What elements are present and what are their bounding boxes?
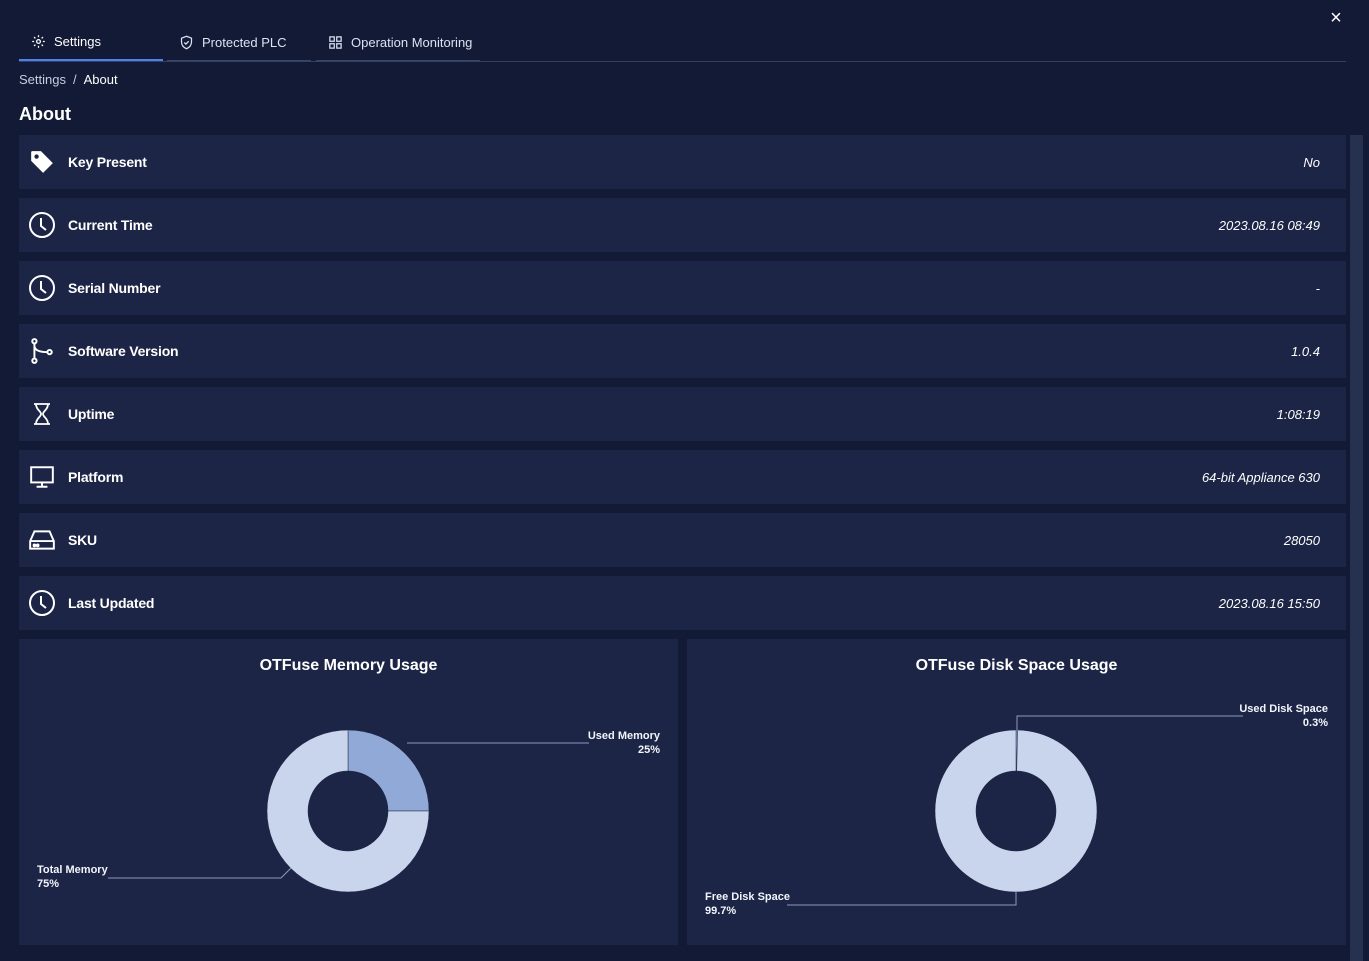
row-value: 1:08:19 <box>1276 406 1320 422</box>
tab-operation-monitoring[interactable]: Operation Monitoring <box>316 24 480 61</box>
slice-label-total-memory: Total Memory 75% <box>37 863 108 891</box>
slice-percent: 25% <box>637 744 660 756</box>
slice-name: Used Disk Space <box>1239 703 1328 715</box>
breadcrumb: Settings / About <box>19 72 118 87</box>
breadcrumb-current: About <box>83 72 118 87</box>
tab-label: Protected PLC <box>202 34 287 50</box>
row-platform: Platform 64-bit Appliance 630 <box>19 450 1346 504</box>
donut-slice-used-memory[interactable] <box>347 729 430 812</box>
row-label: Key Present <box>68 154 147 170</box>
row-software-version: Software Version 1.0.4 <box>19 324 1346 378</box>
row-last-updated: Last Updated 2023.08.16 15:50 <box>19 576 1346 630</box>
leader-line <box>1016 715 1243 731</box>
row-value: 1.0.4 <box>1291 343 1320 359</box>
tab-protected-plc[interactable]: Protected PLC <box>167 24 311 61</box>
row-label: Software Version <box>68 343 179 359</box>
slice-name: Used Memory <box>587 730 660 742</box>
row-current-time: Current Time 2023.08.16 08:49 <box>19 198 1346 252</box>
branch-icon <box>28 337 56 365</box>
row-label: Current Time <box>68 217 153 233</box>
row-label: Serial Number <box>68 280 161 296</box>
breadcrumb-root[interactable]: Settings <box>19 72 66 87</box>
memory-donut-chart <box>108 729 589 893</box>
disk-usage-panel: OTFuse Disk Space Usage Used Disk Space … <box>687 639 1346 945</box>
tag-icon <box>28 148 56 176</box>
row-label: Uptime <box>68 406 115 422</box>
tab-settings[interactable]: Settings <box>19 24 163 61</box>
slice-percent: 99.7% <box>705 905 737 917</box>
row-value: 28050 <box>1283 532 1320 548</box>
leader-line <box>108 867 292 879</box>
row-label: Platform <box>68 469 124 485</box>
harddrive-icon <box>28 526 56 554</box>
scrollbar[interactable] <box>1350 135 1363 961</box>
row-uptime: Uptime 1:08:19 <box>19 387 1346 441</box>
donut-slice-free-disk-space[interactable] <box>934 729 1098 893</box>
row-serial-number: Serial Number - <box>19 261 1346 315</box>
leader-line <box>787 892 1017 906</box>
row-sku: SKU 28050 <box>19 513 1346 567</box>
page-title: About <box>19 104 71 124</box>
grid-icon <box>329 35 342 49</box>
row-label: Last Updated <box>68 595 155 611</box>
slice-label-used-memory: Used Memory 25% <box>588 729 660 757</box>
hourglass-icon <box>28 400 56 428</box>
tab-label: Operation Monitoring <box>351 34 473 50</box>
tab-bar: Settings Protected PLC Operation Monitor… <box>19 24 1346 62</box>
slice-percent: 75% <box>37 878 60 890</box>
row-value: 2023.08.16 08:49 <box>1218 217 1320 233</box>
row-label: SKU <box>68 532 97 548</box>
gear-icon <box>32 35 45 48</box>
clock-icon <box>28 211 56 239</box>
slice-label-free-disk: Free Disk Space 99.7% <box>705 890 790 918</box>
row-value: 64-bit Appliance 630 <box>1201 469 1320 485</box>
row-value: No <box>1303 154 1320 170</box>
clock-icon <box>28 589 56 617</box>
monitor-icon <box>28 463 56 491</box>
tab-label: Settings <box>54 34 101 49</box>
memory-usage-panel: OTFuse Memory Usage Used Memory 25% Tota… <box>19 639 678 945</box>
row-value: 2023.08.16 15:50 <box>1218 595 1320 611</box>
slice-label-used-disk: Used Disk Space 0.3% <box>1239 702 1328 730</box>
slice-name: Total Memory <box>37 864 108 876</box>
row-value: - <box>1315 280 1320 296</box>
slice-name: Free Disk Space <box>705 891 790 903</box>
clock-icon <box>28 274 56 302</box>
row-key-present: Key Present No <box>19 135 1346 189</box>
shield-icon <box>180 35 193 49</box>
breadcrumb-separator: / <box>72 72 77 87</box>
slice-percent: 0.3% <box>1302 717 1328 729</box>
